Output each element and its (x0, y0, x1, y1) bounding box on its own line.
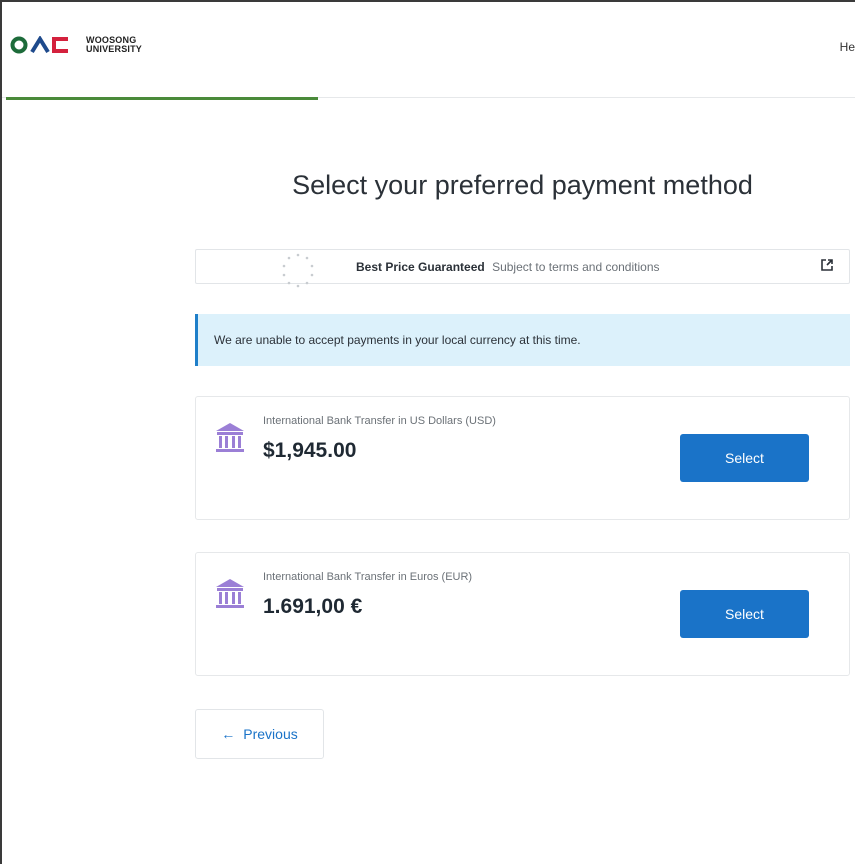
best-price-text: Best Price Guaranteed Subject to terms a… (356, 260, 660, 274)
best-price-title: Best Price Guaranteed (356, 260, 485, 274)
currency-info-banner: We are unable to accept payments in your… (195, 314, 850, 366)
arrow-left-icon: ← (221, 726, 236, 742)
payment-option-label: International Bank Transfer in US Dollar… (263, 415, 496, 427)
page-title: Select your preferred payment method (292, 170, 753, 200)
payment-option-amount: $1,945.00 (263, 439, 357, 462)
previous-button[interactable]: ← Previous (195, 709, 324, 759)
payment-option-usd: International Bank Transfer in US Dollar… (195, 396, 850, 520)
site-header: WOOSONG UNIVERSITY He (2, 2, 855, 98)
terms-text: Subject to terms and conditions (492, 260, 660, 274)
stars-seal-icon (282, 253, 314, 288)
progress-bar (6, 97, 318, 100)
select-usd-button[interactable]: Select (680, 434, 809, 482)
payment-option-amount: 1.691,00 € (263, 595, 363, 618)
payment-option-eur: International Bank Transfer in Euros (EU… (195, 552, 850, 676)
previous-label: Previous (243, 726, 298, 742)
bank-icon (216, 423, 244, 452)
header-help-link[interactable]: He (840, 40, 855, 54)
logo-wordmark: WOOSONG UNIVERSITY (86, 35, 143, 54)
select-eur-button[interactable]: Select (680, 590, 809, 638)
external-link-icon[interactable] (820, 258, 834, 272)
currency-info-text: We are unable to accept payments in your… (214, 333, 581, 347)
logo-mark-icon (10, 36, 68, 54)
payment-option-label: International Bank Transfer in Euros (EU… (263, 571, 473, 583)
university-logo[interactable]: WOOSONG UNIVERSITY (10, 36, 142, 54)
bank-icon (216, 579, 244, 608)
